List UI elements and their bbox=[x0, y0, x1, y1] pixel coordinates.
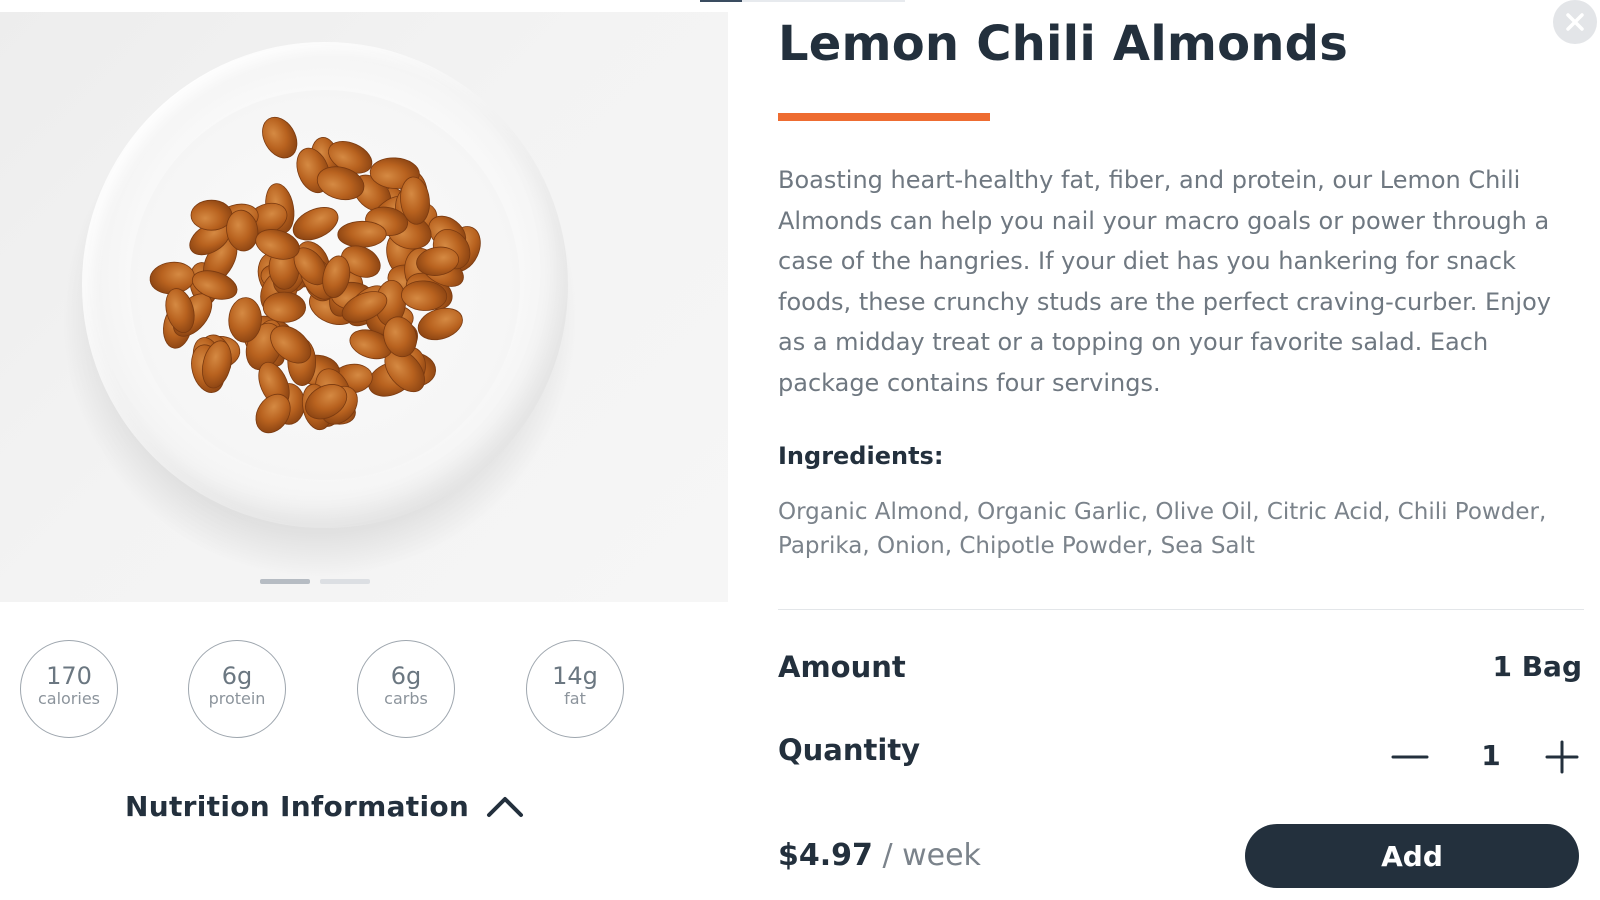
ingredients-heading: Ingredients: bbox=[778, 442, 944, 470]
nutrient-carbs: 6g carbs bbox=[357, 640, 455, 738]
amount-label: Amount bbox=[778, 650, 906, 684]
ingredients-list: Organic Almond, Organic Garlic, Olive Oi… bbox=[778, 499, 1547, 559]
nutrient-label: calories bbox=[37, 689, 101, 709]
almond-shape bbox=[262, 116, 298, 159]
decrease-quantity-button[interactable] bbox=[1388, 735, 1432, 779]
almond-shape bbox=[262, 291, 306, 323]
nutrient-protein: 6g protein bbox=[188, 640, 286, 738]
nutrition-information-label: Nutrition Information bbox=[125, 789, 470, 823]
nutrient-summary: 170 calories 6g protein 6g carbs 14g fat bbox=[20, 640, 640, 742]
nutrient-value: 170 bbox=[46, 662, 92, 690]
almond-shape bbox=[292, 207, 339, 241]
chevron-up-icon bbox=[487, 797, 524, 817]
minus-icon bbox=[1391, 755, 1429, 759]
carousel-dot-2[interactable] bbox=[320, 579, 370, 584]
increase-quantity-button[interactable] bbox=[1540, 735, 1584, 779]
close-button[interactable] bbox=[1553, 0, 1597, 44]
add-button[interactable]: Add bbox=[1245, 824, 1579, 888]
price-amount: $4.97 bbox=[778, 838, 873, 873]
nutrient-value: 6g bbox=[221, 662, 253, 690]
product-title: Lemon Chili Almonds bbox=[778, 16, 1348, 72]
nutrient-label: carbs bbox=[384, 689, 428, 709]
top-progress-active-segment bbox=[700, 0, 742, 2]
product-image-carousel[interactable] bbox=[0, 12, 728, 602]
quantity-stepper: 1 bbox=[1388, 735, 1588, 779]
nutrient-value: 14g bbox=[552, 662, 598, 690]
close-icon bbox=[1566, 13, 1584, 31]
section-divider bbox=[778, 609, 1584, 610]
title-accent-underline bbox=[778, 113, 990, 121]
carousel-dots bbox=[260, 579, 380, 587]
product-description: Boasting heart-healthy fat, fiber, and p… bbox=[778, 166, 1551, 397]
product-image-almonds bbox=[149, 116, 481, 434]
nutrition-information-toggle[interactable]: Nutrition Information bbox=[125, 786, 525, 826]
quantity-label: Quantity bbox=[778, 733, 921, 767]
almond-shape bbox=[190, 199, 233, 231]
almond-shape bbox=[337, 220, 387, 248]
price: $4.97 / week bbox=[778, 838, 981, 873]
nutrient-label: fat bbox=[564, 689, 586, 709]
nutrient-label: protein bbox=[208, 689, 266, 709]
carousel-dot-1[interactable] bbox=[260, 579, 310, 584]
quantity-value: 1 bbox=[1481, 739, 1501, 772]
nutrient-fat: 14g fat bbox=[526, 640, 624, 738]
plus-icon bbox=[1545, 740, 1579, 774]
price-period: / week bbox=[872, 838, 981, 873]
nutrient-calories: 170 calories bbox=[20, 640, 118, 738]
amount-value: 1 Bag bbox=[1492, 650, 1582, 683]
nutrient-value: 6g bbox=[390, 662, 422, 690]
top-progress-indicator bbox=[700, 0, 905, 2]
